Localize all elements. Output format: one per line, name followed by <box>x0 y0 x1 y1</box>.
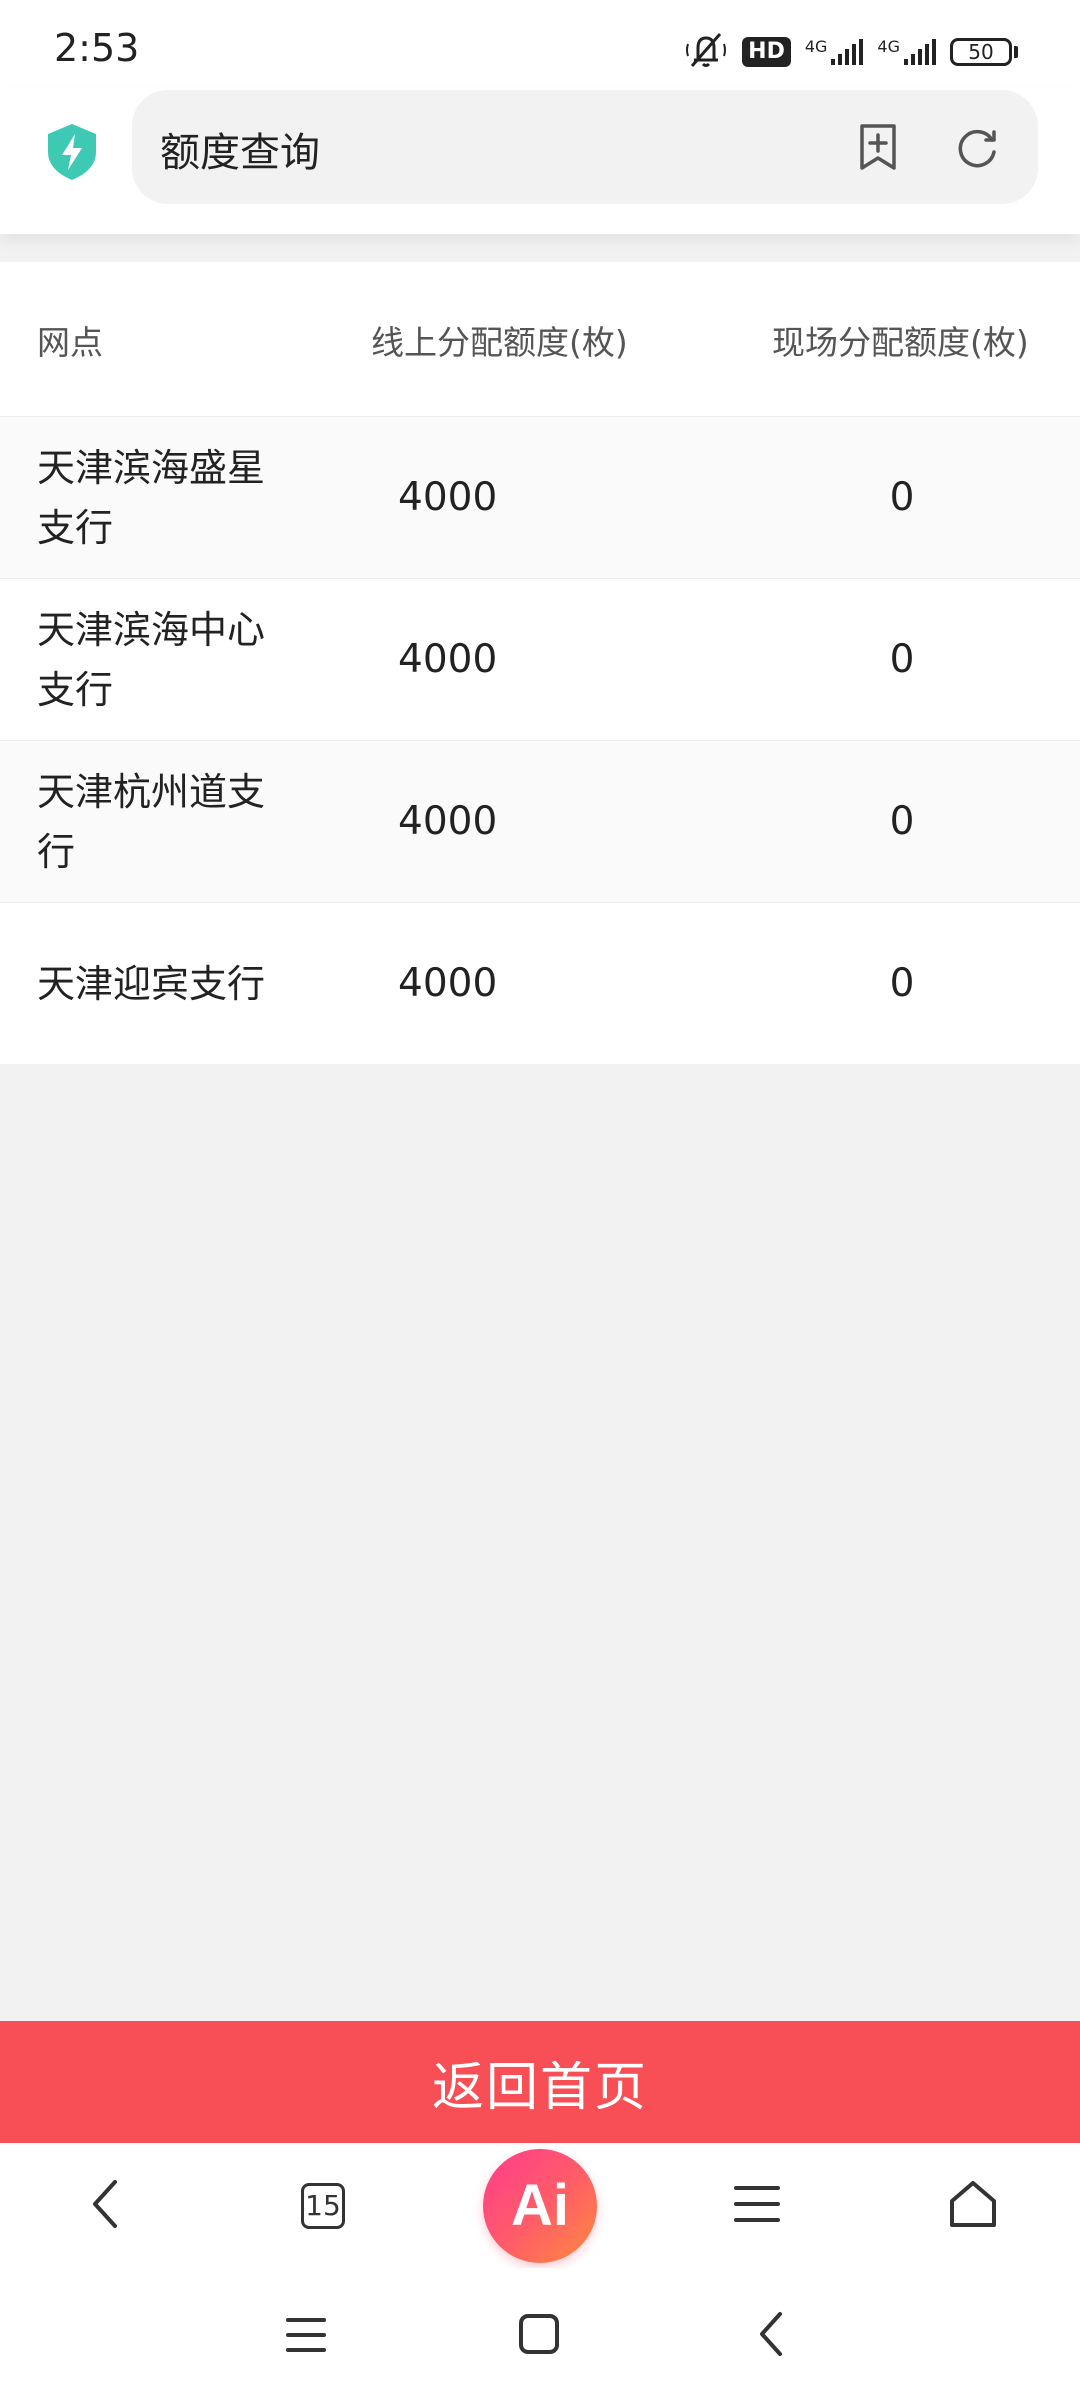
browser-toolbar: 15 Ai <box>0 2143 1080 2268</box>
home-icon <box>946 2177 1000 2235</box>
online-quota: 4000 <box>398 475 498 520</box>
network-type-1: 4G <box>804 37 828 56</box>
column-header-online-quota: 线上分配额度(枚) <box>371 323 628 362</box>
table-row: 天津迎宾支行 4000 0 <box>0 902 1080 1064</box>
column-header-branch: 网点 <box>37 323 103 362</box>
onsite-quota: 0 <box>889 475 915 520</box>
branch-name: 天津滨海盛星支行 <box>37 445 266 550</box>
security-shield-icon[interactable] <box>44 122 100 182</box>
address-bar[interactable]: 额度查询 <box>132 90 1038 204</box>
chevron-left-icon <box>85 2176 125 2236</box>
branch-name: 天津滨海中心支行 <box>37 607 266 712</box>
column-header-onsite-quota: 现场分配额度(枚) <box>772 323 1029 362</box>
system-back-icon[interactable] <box>756 2310 786 2362</box>
online-quota: 4000 <box>398 961 498 1006</box>
status-icons: HD 4G 4G 50 <box>684 30 1018 74</box>
system-navigation-bar <box>0 2268 1080 2400</box>
menu-button[interactable] <box>712 2143 802 2268</box>
page-title: 额度查询 <box>160 130 320 176</box>
branch-name: 天津杭州道支行 <box>37 769 266 874</box>
refresh-icon[interactable] <box>952 122 1002 172</box>
back-button[interactable] <box>60 2143 150 2268</box>
add-bookmark-icon[interactable] <box>854 122 902 172</box>
browser-header: 额度查询 <box>0 88 1080 234</box>
battery-icon: 50 <box>950 38 1018 66</box>
online-quota: 4000 <box>398 799 498 844</box>
home-button[interactable] <box>928 2143 1018 2268</box>
signal-1-icon: 4G <box>805 37 864 67</box>
network-type-2: 4G <box>877 37 900 56</box>
battery-level: 50 <box>950 38 1012 66</box>
onsite-quota: 0 <box>889 799 915 844</box>
status-time: 2:53 <box>54 26 140 70</box>
hd-voice-badge: HD <box>742 37 791 67</box>
menu-icon <box>732 2182 782 2230</box>
system-home-icon[interactable] <box>518 2312 560 2360</box>
signal-2-icon: 4G <box>877 37 936 67</box>
ai-icon: Ai <box>483 2148 597 2263</box>
branch-name: 天津迎宾支行 <box>37 961 266 1006</box>
return-home-button[interactable]: 返回首页 <box>0 2021 1080 2143</box>
tabs-button[interactable]: 15 <box>278 2143 368 2268</box>
tab-count: 15 <box>301 2182 345 2229</box>
table-row: 天津杭州道支行 4000 0 <box>0 740 1080 902</box>
onsite-quota: 0 <box>889 961 915 1006</box>
mute-bell-icon <box>684 30 728 74</box>
ai-assistant-button[interactable]: Ai <box>482 2143 598 2268</box>
recent-apps-icon[interactable] <box>286 2316 326 2358</box>
table-row: 天津滨海中心支行 4000 0 <box>0 578 1080 740</box>
table-header: 网点 线上分配额度(枚) 现场分配额度(枚) <box>0 262 1080 416</box>
onsite-quota: 0 <box>889 637 915 682</box>
quota-table: 网点 线上分配额度(枚) 现场分配额度(枚) 天津滨海盛星支行 4000 0 天… <box>0 262 1080 1064</box>
status-bar: 2:53 HD 4G 4G 50 <box>0 0 1080 88</box>
online-quota: 4000 <box>398 637 498 682</box>
table-row: 天津滨海盛星支行 4000 0 <box>0 416 1080 578</box>
